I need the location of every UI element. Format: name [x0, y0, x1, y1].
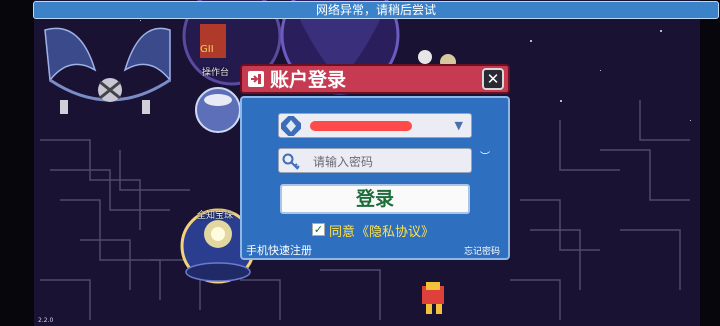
- svg-text:GII: GII: [200, 44, 214, 55]
- close-button[interactable]: ✕: [482, 68, 504, 90]
- agree-checkbox[interactable]: ✓: [312, 223, 325, 236]
- login-enter-icon: [248, 71, 264, 87]
- login-button[interactable]: 登录: [280, 184, 470, 214]
- network-error-banner: 网络异常，请稍后尝试: [33, 1, 719, 19]
- password-placeholder: 请输入密码: [313, 155, 374, 169]
- login-dialog-title: 账户登录: [270, 69, 347, 91]
- redacted-account-mark: [310, 121, 412, 131]
- npc-label-treasure: 全知宝珠: [197, 211, 234, 221]
- login-dialog: 账户登录 ✕ ▼ 请输入密码 ︶ 登录 ✓ 同意 《隐私协议》 手机快速注册 忘…: [240, 64, 510, 260]
- login-dialog-body: ▼ 请输入密码 ︶ 登录 ✓ 同意 《隐私协议》 手机快速注册 忘记密码: [240, 96, 510, 260]
- agree-label: 同意: [329, 225, 356, 240]
- dropdown-caret-icon[interactable]: ▼: [455, 119, 463, 132]
- phone-register-link[interactable]: 手机快速注册: [246, 242, 312, 258]
- version-label: 2.2.0: [38, 317, 54, 324]
- account-select[interactable]: ▼: [278, 113, 472, 139]
- close-icon: ✕: [486, 70, 500, 88]
- npc-label-operation: 操作台: [202, 68, 230, 78]
- show-password-eye-icon[interactable]: ︶: [480, 153, 494, 163]
- password-input[interactable]: 请输入密码: [278, 148, 472, 173]
- key-icon: [281, 151, 301, 171]
- account-icon: [278, 113, 304, 139]
- login-dialog-header: 账户登录 ✕: [240, 64, 510, 94]
- forgot-password-link[interactable]: 忘记密码: [464, 244, 500, 257]
- privacy-policy-link[interactable]: 《隐私协议》: [356, 221, 434, 240]
